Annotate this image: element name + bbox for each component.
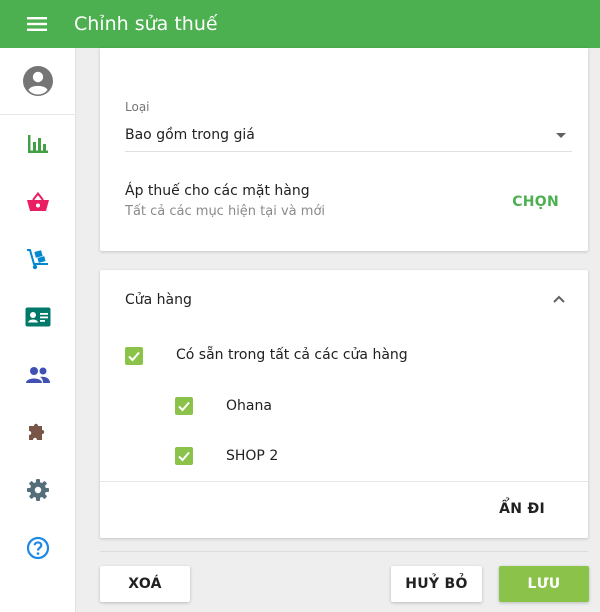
menu-button[interactable]	[0, 0, 74, 48]
save-button[interactable]: LƯU	[499, 566, 589, 602]
store-label-ohana: Ohana	[226, 398, 272, 414]
sidebar-item-help[interactable]	[0, 528, 75, 568]
sidebar-item-reports[interactable]	[0, 124, 75, 164]
stores-title: Cửa hàng	[125, 292, 192, 308]
dolly-icon	[26, 249, 48, 270]
type-label: Loại	[125, 100, 150, 114]
sidebar-item-sales[interactable]	[0, 182, 75, 222]
chevron-up-icon[interactable]	[552, 292, 566, 306]
hide-button[interactable]: ẨN ĐI	[499, 501, 545, 517]
checkmark-icon	[178, 451, 190, 462]
sidebar-item-items[interactable]	[0, 239, 75, 279]
footer-divider	[100, 551, 588, 552]
apply-items-subtitle: Tất cả các mục hiện tại và mới	[125, 204, 326, 219]
all-stores-checkbox[interactable]	[125, 347, 143, 365]
delete-button[interactable]: XOÁ	[100, 566, 190, 602]
store-checkbox-shop2[interactable]	[175, 447, 193, 465]
sidebar-item-account[interactable]	[0, 61, 75, 101]
id-card-icon	[25, 307, 50, 327]
basket-icon	[26, 192, 49, 211]
app-bar: Chỉnh sửa thuế	[0, 0, 600, 48]
sidebar-item-customers[interactable]	[0, 355, 75, 395]
hamburger-icon	[27, 17, 47, 31]
sidebar-item-settings[interactable]	[0, 470, 75, 510]
checkmark-icon	[128, 351, 140, 362]
cancel-button[interactable]: HUỶ BỎ	[391, 566, 482, 602]
sidebar-item-integrations[interactable]	[0, 412, 75, 452]
gear-icon	[26, 479, 49, 501]
select-underline	[125, 151, 572, 152]
all-stores-label: Có sẵn trong tất cả các cửa hàng	[176, 347, 408, 363]
store-label-shop2: SHOP 2	[226, 448, 279, 464]
type-select[interactable]: Bao gồm trong giá	[125, 127, 255, 143]
help-icon	[26, 536, 49, 560]
dropdown-arrow-icon[interactable]	[556, 133, 566, 138]
card-divider	[100, 481, 588, 482]
account-icon	[22, 66, 53, 96]
bar-chart-icon	[27, 135, 48, 153]
choose-button[interactable]: CHỌN	[512, 194, 559, 210]
sidebar-item-employees[interactable]	[0, 297, 75, 337]
apply-items-title: Áp thuế cho các mặt hàng	[125, 183, 310, 199]
puzzle-icon	[28, 423, 44, 440]
people-icon	[25, 367, 50, 383]
checkmark-icon	[178, 401, 190, 412]
stores-card: Cửa hàng Có sẵn trong tất cả các cửa hàn…	[100, 270, 588, 538]
tax-settings-card: Loại Bao gồm trong giá Áp thuế cho các m…	[100, 48, 588, 251]
page-title: Chỉnh sửa thuế	[74, 13, 218, 35]
sidebar-divider	[0, 114, 75, 115]
sidebar	[0, 48, 76, 612]
store-checkbox-ohana[interactable]	[175, 397, 193, 415]
